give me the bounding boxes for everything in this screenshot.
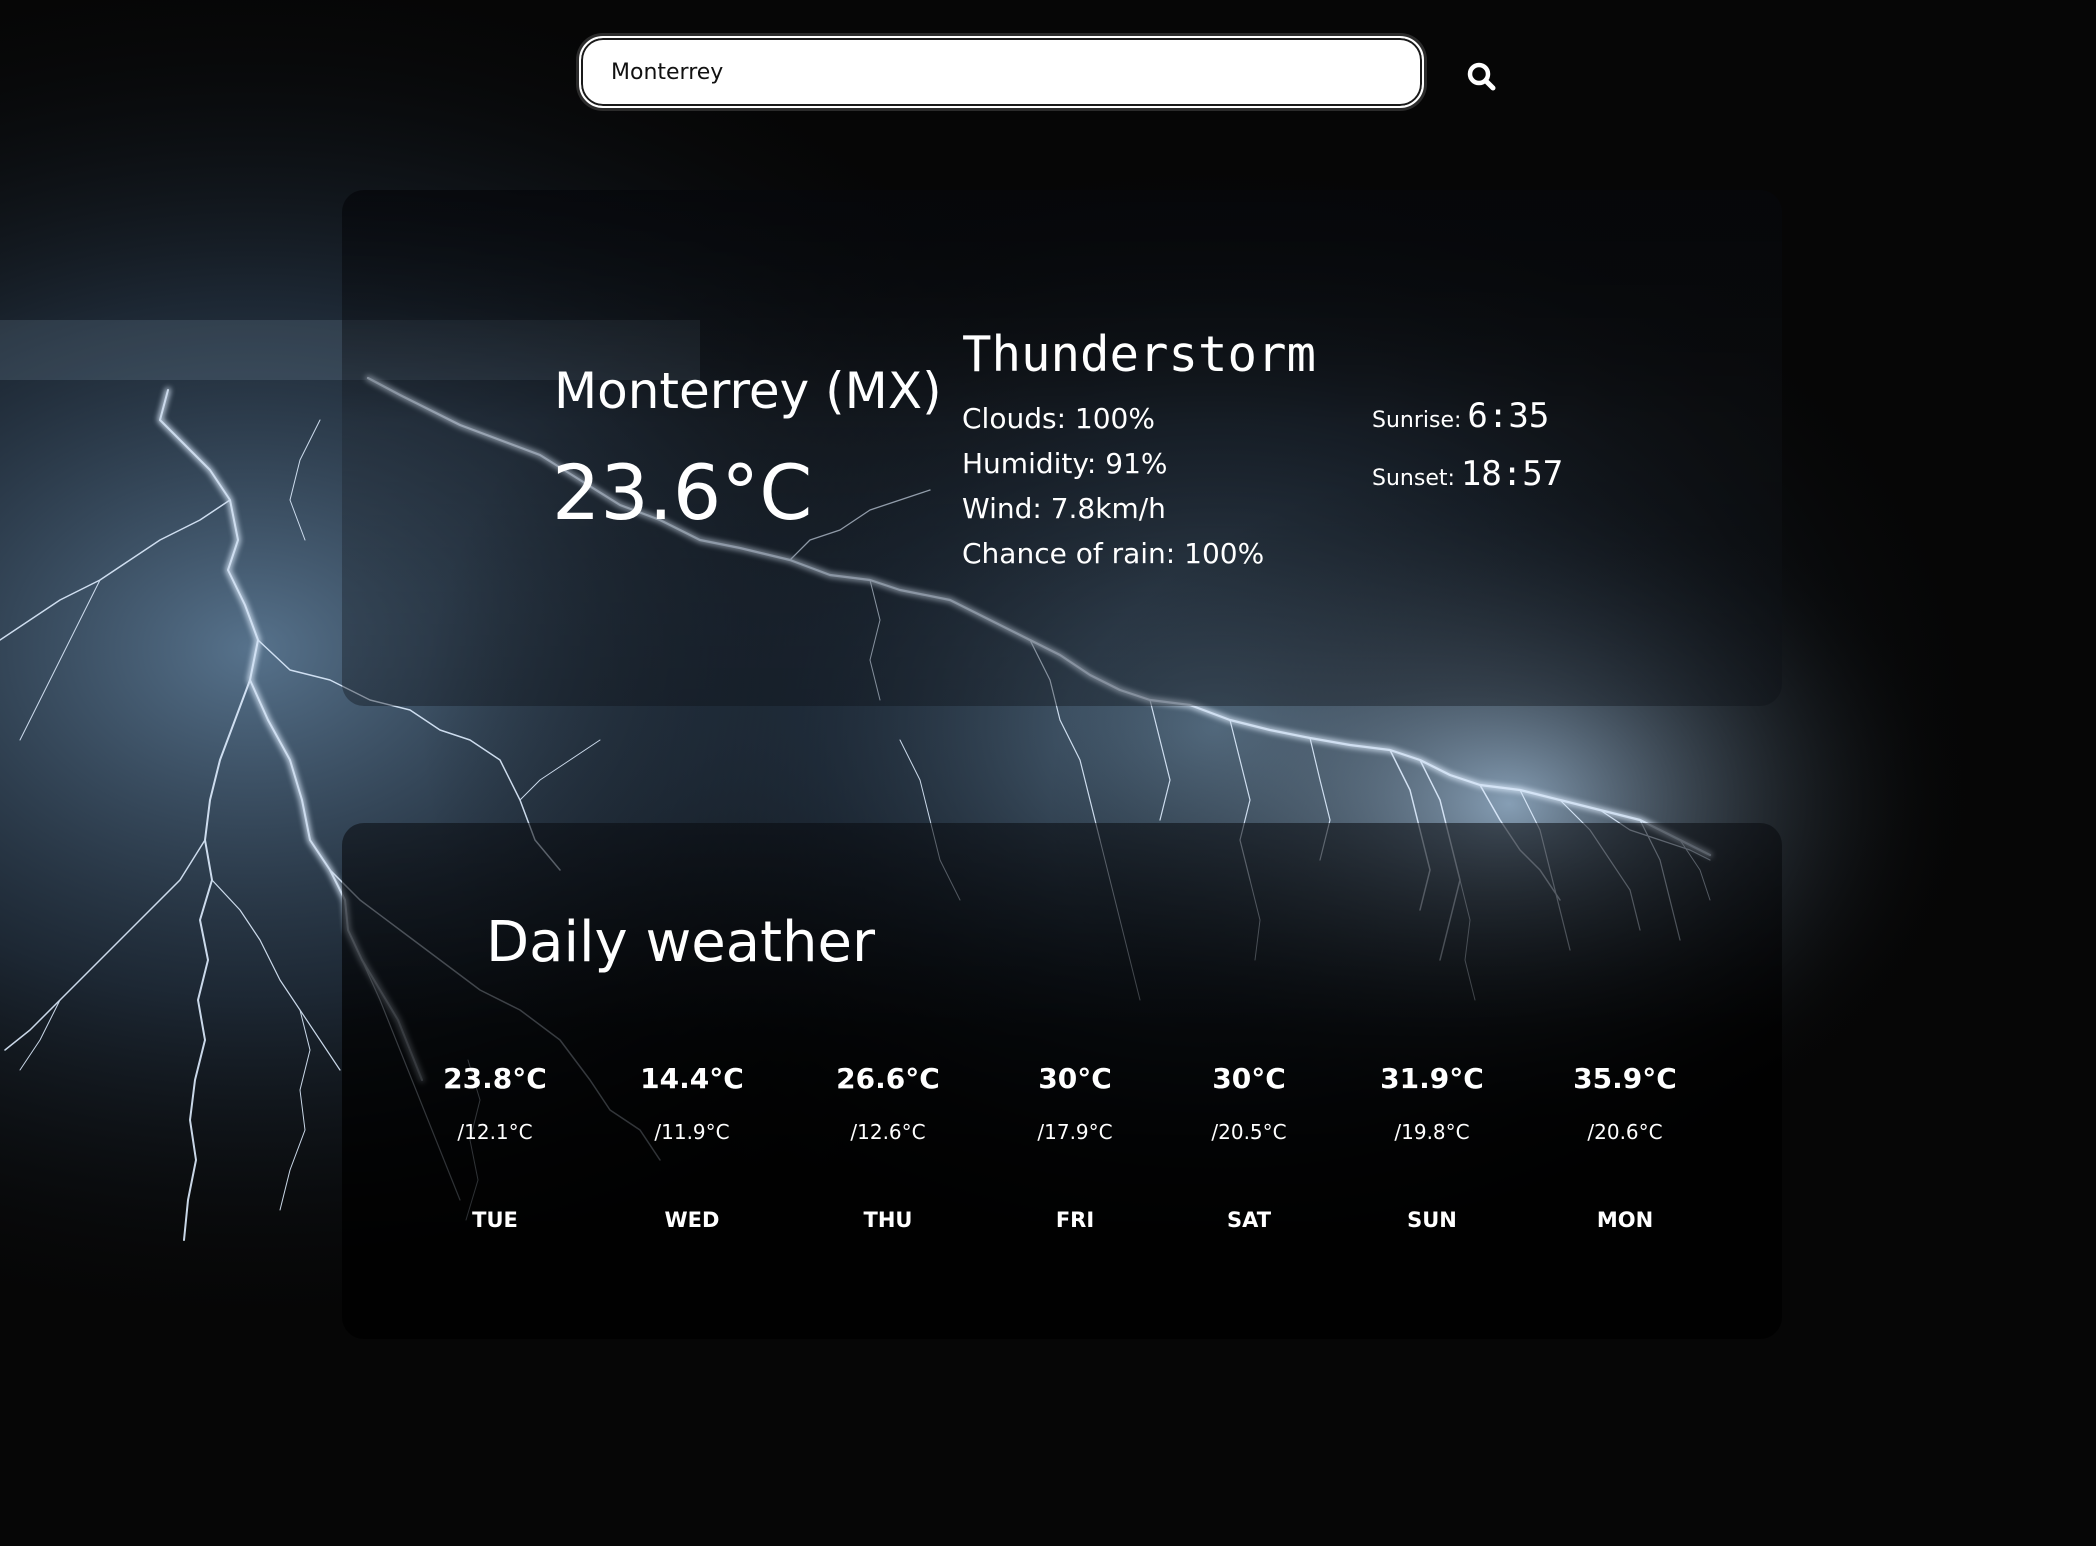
search-input[interactable]: [579, 36, 1424, 108]
sunrise-time: 6:35: [1467, 396, 1550, 436]
day-forecast: 35.9°C /20.6°C MON: [1550, 1062, 1700, 1232]
current-temperature: 23.6°C: [552, 448, 813, 537]
day-name: THU: [863, 1208, 913, 1232]
day-max-temp: 23.8°C: [443, 1062, 547, 1095]
day-forecast: 14.4°C /11.9°C WED: [617, 1062, 767, 1232]
day-forecast: 30°C /20.5°C SAT: [1174, 1062, 1324, 1232]
daily-weather-title: Daily weather: [486, 910, 875, 975]
day-min-temp: /19.8°C: [1394, 1120, 1470, 1144]
day-min-temp: /11.9°C: [654, 1120, 730, 1144]
location-name: Monterrey (MX): [554, 362, 942, 420]
day-min-temp: /12.1°C: [457, 1120, 533, 1144]
rain-chance-detail: Chance of rain: 100%: [962, 537, 1265, 570]
wind-detail: Wind: 7.8km/h: [962, 492, 1166, 525]
sunset-label: Sunset:: [1372, 466, 1455, 491]
day-name: FRI: [1055, 1208, 1095, 1232]
day-forecast: 31.9°C /19.8°C SUN: [1357, 1062, 1507, 1232]
day-max-temp: 35.9°C: [1573, 1062, 1677, 1095]
day-min-temp: /12.6°C: [850, 1120, 926, 1144]
day-name: SUN: [1407, 1208, 1457, 1232]
day-min-temp: /20.5°C: [1211, 1120, 1287, 1144]
day-name: SAT: [1226, 1208, 1272, 1232]
day-max-temp: 14.4°C: [640, 1062, 744, 1095]
sunrise-label: Sunrise:: [1372, 408, 1462, 433]
sunset-time: 18:57: [1460, 454, 1564, 494]
day-name: TUE: [472, 1208, 518, 1232]
clouds-detail: Clouds: 100%: [962, 402, 1155, 435]
day-forecast: 23.8°C /12.1°C TUE: [420, 1062, 570, 1232]
day-forecast: 26.6°C /12.6°C THU: [813, 1062, 963, 1232]
day-min-temp: /20.6°C: [1587, 1120, 1663, 1144]
weather-condition: Thunderstorm: [962, 326, 1317, 383]
day-name: WED: [664, 1208, 720, 1232]
day-max-temp: 31.9°C: [1380, 1062, 1484, 1095]
day-max-temp: 30°C: [1038, 1062, 1112, 1095]
search-bar: [579, 36, 1424, 108]
day-max-temp: 26.6°C: [836, 1062, 940, 1095]
search-button[interactable]: [1461, 56, 1503, 98]
sunrise-info: Sunrise: 6:35: [1372, 396, 1549, 436]
sunset-info: Sunset: 18:57: [1372, 454, 1563, 494]
day-forecast: 30°C /17.9°C FRI: [1000, 1062, 1150, 1232]
day-max-temp: 30°C: [1212, 1062, 1286, 1095]
humidity-detail: Humidity: 91%: [962, 447, 1168, 480]
day-name: MON: [1596, 1208, 1654, 1232]
search-icon: [1467, 62, 1496, 91]
day-min-temp: /17.9°C: [1037, 1120, 1113, 1144]
